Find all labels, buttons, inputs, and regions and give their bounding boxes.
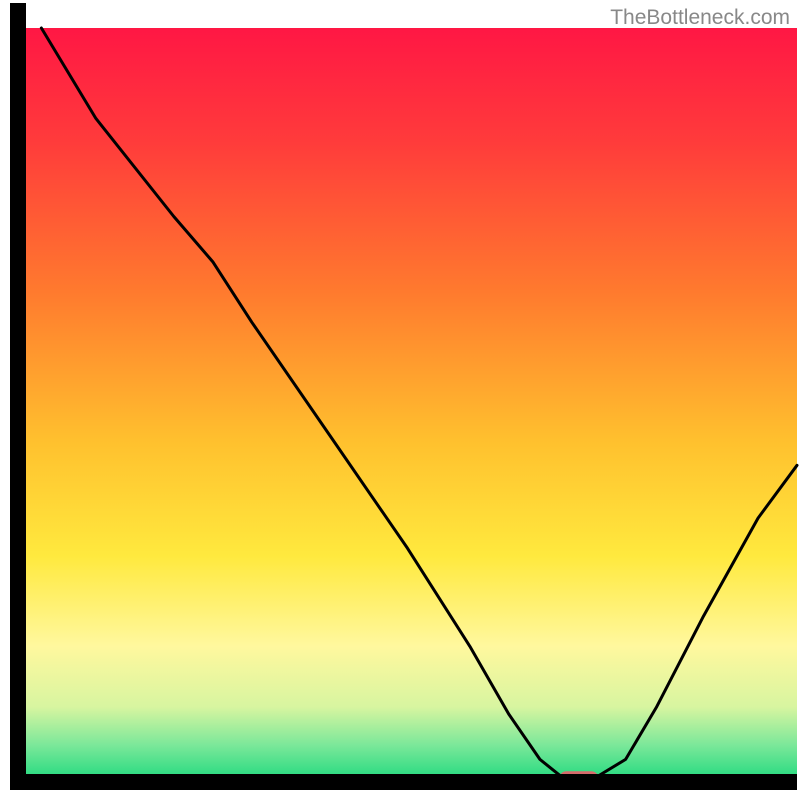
watermark-label: TheBottleneck.com [610, 6, 790, 30]
plot-area [10, 3, 797, 785]
bottleneck-chart [0, 0, 800, 800]
chart-container: TheBottleneck.com [0, 0, 800, 800]
